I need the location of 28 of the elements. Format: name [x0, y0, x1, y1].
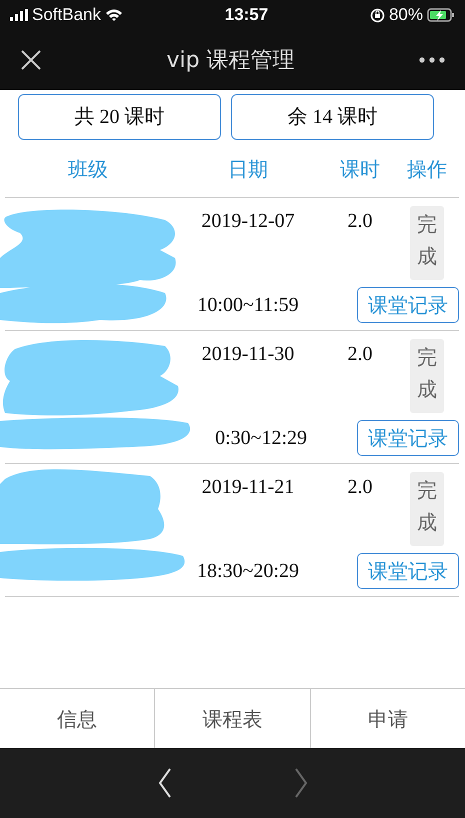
- more-icon[interactable]: [419, 57, 445, 63]
- date-text: 2019-11-21: [200, 475, 296, 500]
- date-text: 2019-12-07: [200, 209, 296, 234]
- wifi-icon: [105, 8, 123, 22]
- carrier-name: SoftBank: [32, 4, 101, 26]
- status-label: 完成: [410, 339, 444, 413]
- column-header: 操作: [406, 156, 448, 182]
- hours-text: 2.0: [346, 209, 374, 234]
- column-header: 课时: [339, 156, 381, 182]
- battery-icon: [426, 8, 455, 22]
- column-header: 日期: [227, 156, 269, 182]
- time-text: 10:00~11:59: [196, 293, 300, 318]
- close-icon[interactable]: [20, 49, 42, 71]
- status-label: 完成: [410, 472, 444, 546]
- battery-percent: 80%: [388, 4, 423, 26]
- clock-time: 13:57: [224, 4, 268, 26]
- hours-text: 2.0: [346, 475, 374, 500]
- hours-text: 2.0: [346, 342, 374, 367]
- page-title: vip 课程管理: [166, 46, 295, 74]
- time-text: 0:30~12:29: [214, 426, 308, 451]
- date-text: 2019-11-30: [200, 342, 296, 367]
- column-header: 班级: [67, 156, 109, 182]
- rotation-lock-icon: [370, 8, 385, 22]
- time-text: 18:30~20:29: [196, 559, 300, 584]
- summary-button[interactable]: 共 20 课时: [18, 94, 221, 140]
- summary-button[interactable]: 余 14 课时: [231, 94, 434, 140]
- signal-icon: [10, 9, 28, 21]
- status-label: 完成: [410, 206, 444, 280]
